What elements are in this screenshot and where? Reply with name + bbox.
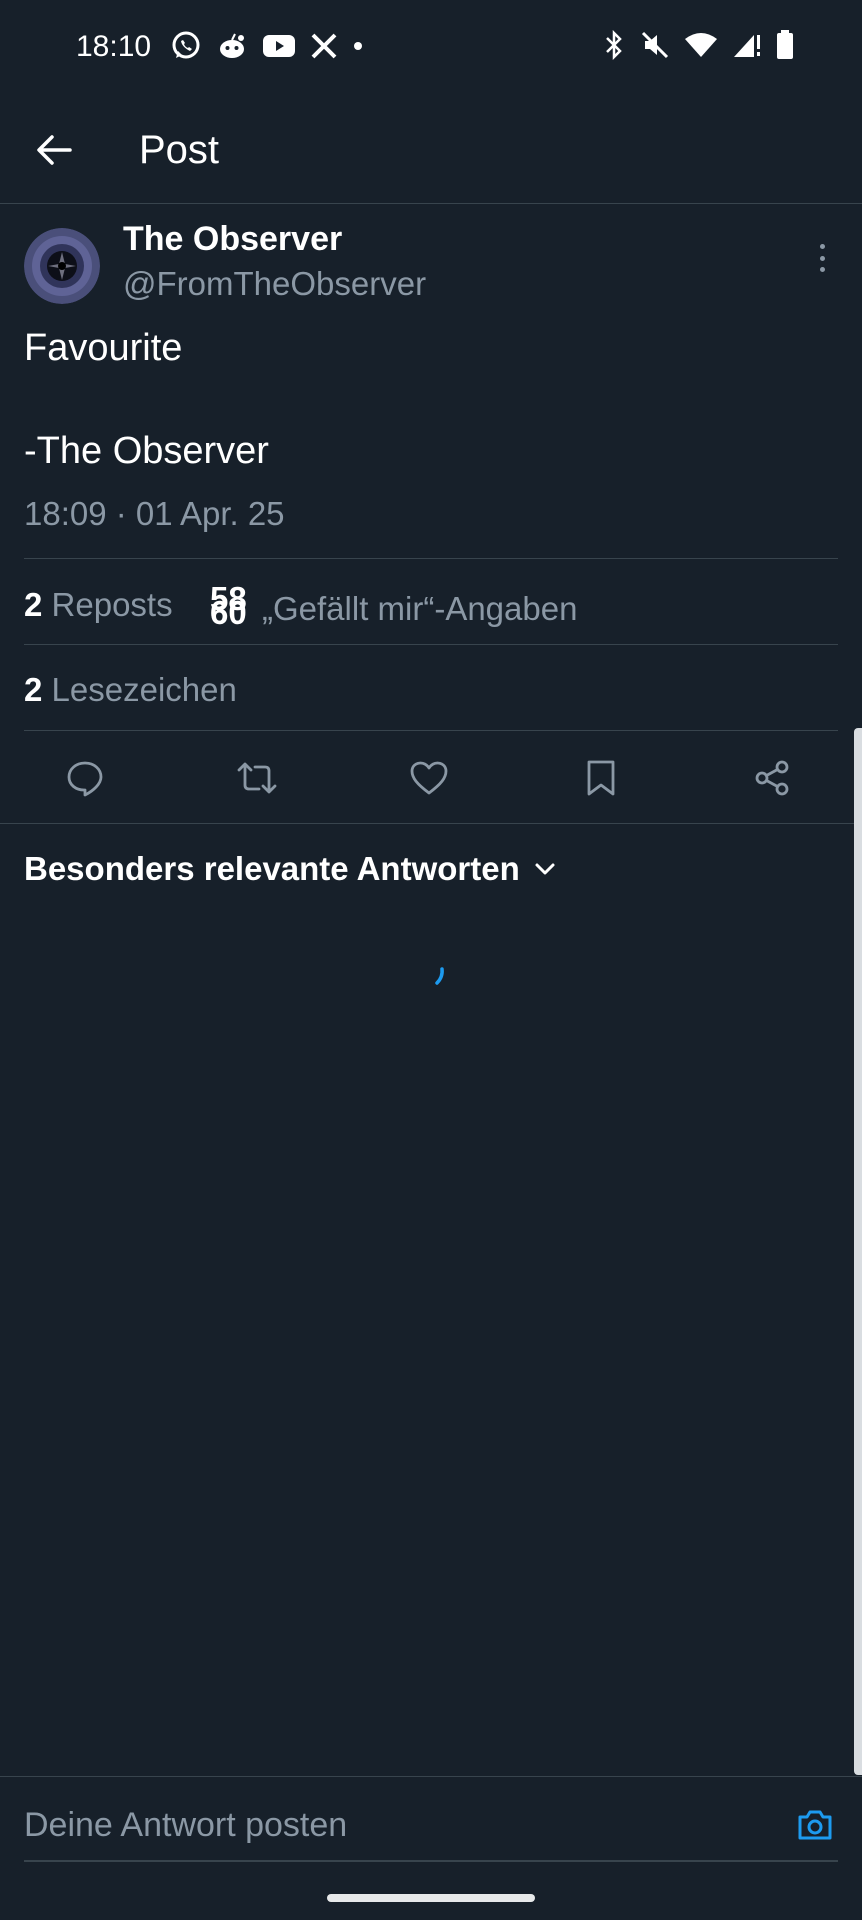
reply-input-underline (24, 1860, 838, 1862)
author-handle[interactable]: @FromTheObserver (123, 265, 426, 303)
battery-icon (776, 30, 794, 60)
composer-divider (0, 1776, 862, 1777)
scrollbar[interactable] (854, 728, 862, 1775)
likes-label: „Gefällt mir“-Angaben (262, 590, 578, 627)
reply-input[interactable] (24, 1806, 784, 1845)
reposts-count: 2 (24, 586, 43, 623)
mute-icon (640, 30, 670, 60)
bookmarks-stat[interactable]: 2 Lesezeichen (24, 671, 237, 709)
status-time: 18:10 (76, 30, 152, 63)
reposts-stat[interactable]: 2 Reposts (24, 586, 173, 624)
replies-divider (0, 823, 862, 824)
signal-icon (732, 31, 762, 59)
replies-sort-button[interactable]: Besonders relevante Antworten (24, 850, 556, 888)
actions-divider (24, 730, 838, 731)
likes-count-new: 60 (210, 594, 247, 631)
bookmarks-label: Lesezeichen (51, 671, 237, 708)
wifi-icon (684, 31, 718, 59)
reposts-label: Reposts (51, 586, 173, 623)
whatsapp-icon (170, 30, 202, 62)
heart-icon (410, 761, 448, 795)
status-icons-left (170, 30, 364, 62)
chevron-down-icon (535, 863, 555, 875)
reddit-icon (216, 30, 248, 62)
avatar[interactable] (24, 228, 100, 304)
repost-button[interactable] (231, 752, 283, 804)
bookmark-button[interactable] (575, 752, 627, 804)
bookmark-icon (587, 760, 615, 796)
loading-spinner (432, 965, 448, 992)
post-text-line: Favourite (24, 327, 183, 369)
bluetooth-icon (602, 30, 626, 60)
eye-avatar-image (24, 228, 100, 304)
likes-count-animating: 58 60 (210, 582, 254, 629)
bookmarks-count: 2 (24, 671, 43, 708)
stats-divider (24, 644, 838, 645)
reply-button[interactable] (59, 752, 111, 804)
youtube-icon (262, 32, 296, 60)
status-icons-right (602, 30, 794, 60)
more-options-icon[interactable] (810, 244, 834, 272)
x-icon (310, 32, 338, 60)
stats-divider (24, 558, 838, 559)
reply-icon (67, 761, 103, 797)
share-button[interactable] (746, 752, 798, 804)
camera-button[interactable] (795, 1805, 835, 1845)
page-title: Post (139, 128, 220, 172)
camera-icon (798, 1810, 832, 1840)
dot-icon (352, 40, 364, 52)
author-name[interactable]: The Observer (123, 220, 342, 259)
likes-stat[interactable]: 58 60 „Gefällt mir“-Angaben (210, 582, 578, 629)
like-button[interactable] (403, 752, 455, 804)
replies-sort-label: Besonders relevante Antworten (24, 850, 520, 887)
back-button[interactable] (32, 128, 76, 172)
post-timestamp: 18:09 · 01 Apr. 25 (24, 495, 285, 532)
post-text-line: -The Observer (24, 430, 269, 472)
header-divider (0, 203, 862, 204)
share-icon (755, 760, 789, 796)
repost-icon (237, 762, 277, 794)
arrow-left-icon (37, 135, 72, 165)
home-indicator[interactable] (327, 1894, 535, 1902)
